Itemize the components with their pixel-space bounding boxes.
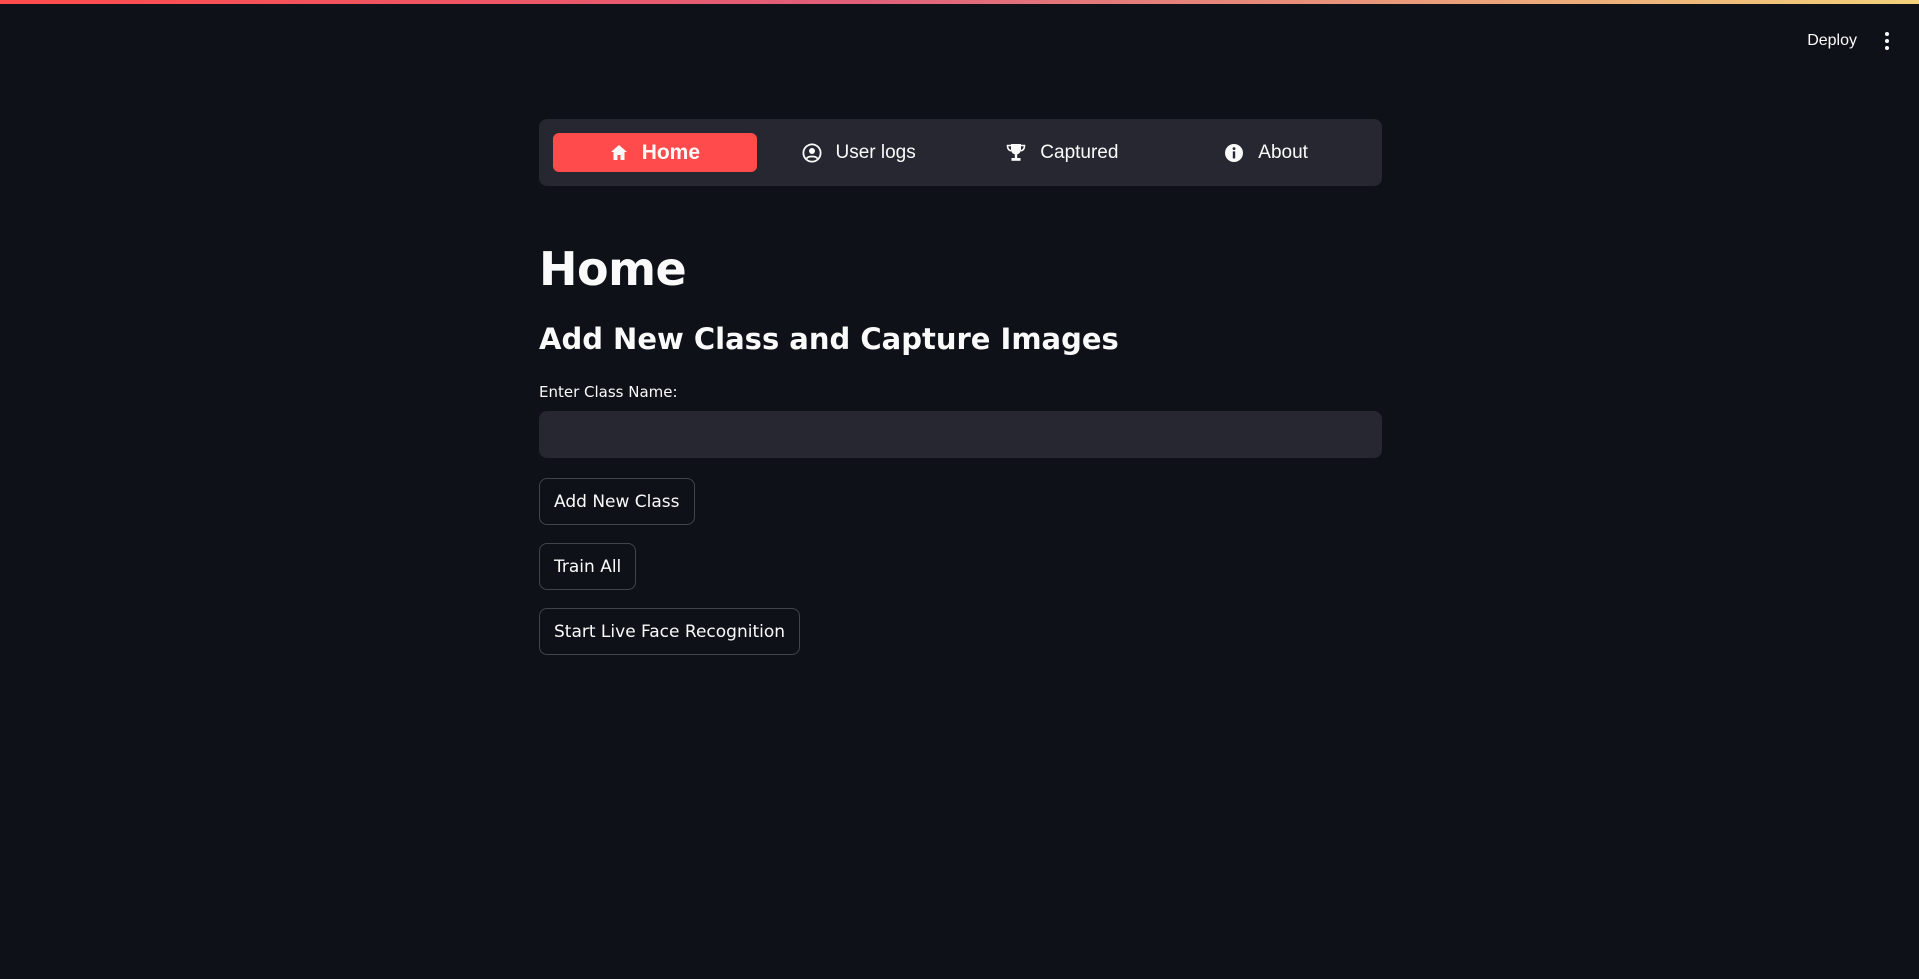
nav-item-label: User logs	[835, 141, 916, 163]
info-icon	[1224, 143, 1244, 163]
nav-item-label: Captured	[1040, 141, 1119, 163]
nav-item-user-logs[interactable]: User logs	[757, 133, 961, 172]
nav-item-home[interactable]: Home	[553, 133, 757, 172]
class-name-input[interactable]	[539, 411, 1382, 459]
deploy-button[interactable]: Deploy	[1807, 32, 1857, 50]
train-all-button[interactable]: Train All	[539, 543, 637, 591]
page-title: Home	[539, 242, 687, 296]
home-icon	[610, 144, 628, 161]
nav-item-label: Home	[641, 140, 701, 164]
navigation-menu: Home User logs Captured About	[539, 119, 1382, 186]
nav-item-label: About	[1258, 141, 1308, 163]
class-name-label: Enter Class Name:	[539, 383, 678, 402]
trophy-icon	[1006, 143, 1026, 162]
start-live-face-recognition-button[interactable]: Start Live Face Recognition	[539, 608, 801, 656]
top-decoration-stripe	[0, 0, 1919, 4]
main-content: Home User logs Captured About Home Add N…	[539, 119, 1382, 656]
nav-item-captured[interactable]: Captured	[961, 133, 1165, 172]
nav-item-about[interactable]: About	[1164, 133, 1368, 172]
kebab-menu-icon[interactable]	[1879, 30, 1895, 52]
app-header: Deploy	[1807, 30, 1895, 52]
section-heading: Add New Class and Capture Images	[539, 322, 1119, 357]
add-new-class-button[interactable]: Add New Class	[539, 478, 695, 526]
user-circle-icon	[801, 142, 822, 163]
